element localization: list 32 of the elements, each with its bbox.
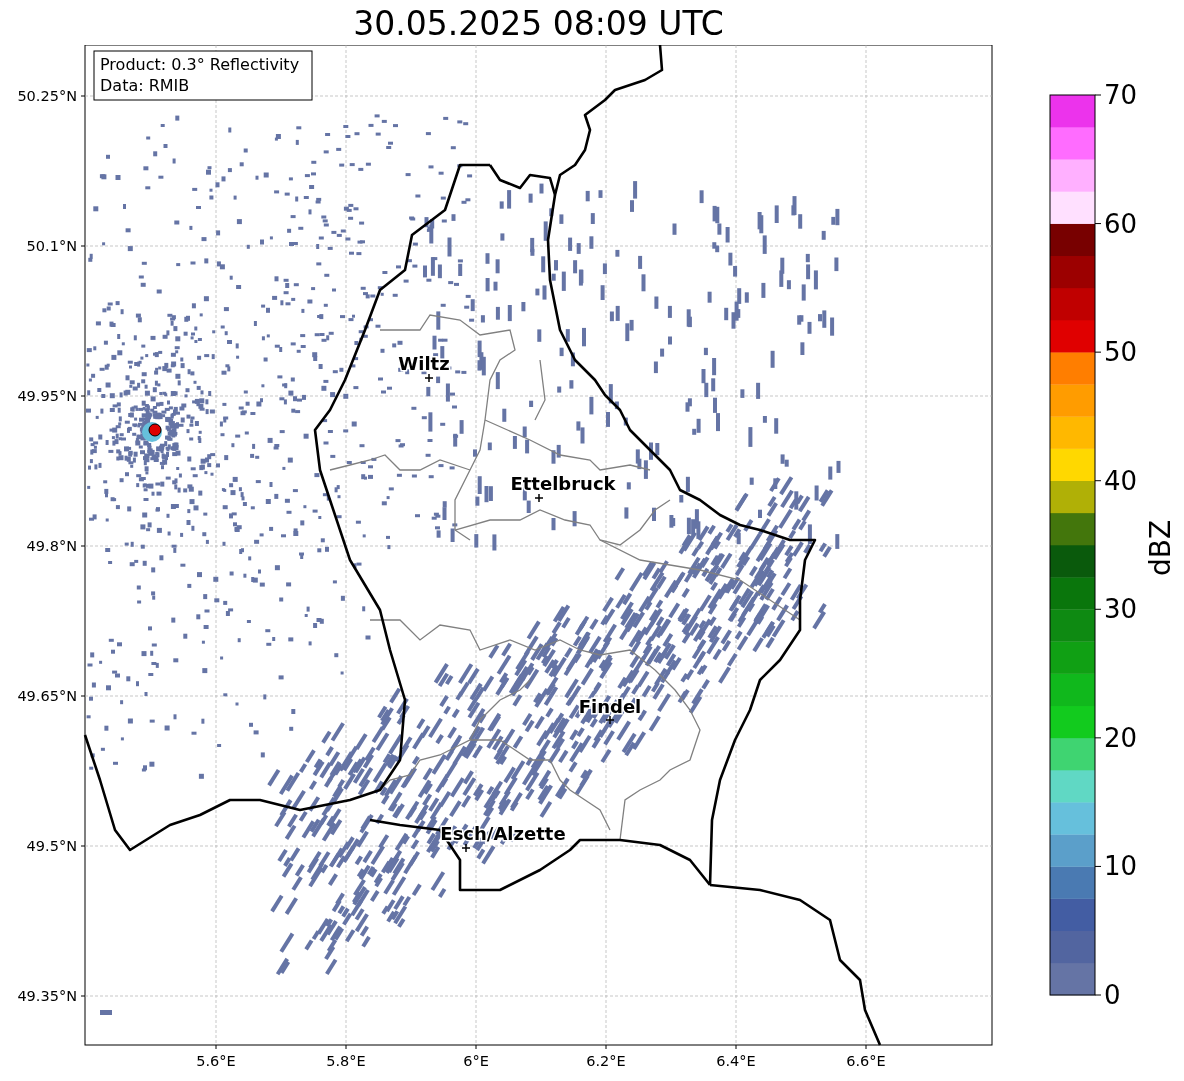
longitude-label: 6.2°E <box>586 1053 626 1069</box>
place-label: Ettelbruck <box>510 473 616 494</box>
longitude-label: 5.6°E <box>196 1053 236 1069</box>
place-marker-icon <box>605 715 615 725</box>
place-marker-icon <box>534 493 544 503</box>
latitude-label: 49.65°N <box>17 688 77 704</box>
map-title: 30.05.2025 08:09 UTC <box>353 4 724 43</box>
latitude-label: 49.35°N <box>17 988 77 1004</box>
info-box: Product: 0.3° Reflectivity Data: RMIB <box>93 50 313 101</box>
place-label: Wiltz <box>398 353 450 374</box>
colorbar-label: dBZ <box>1144 519 1177 577</box>
colorbar-tick-label: 0 <box>1104 980 1121 1010</box>
latitude-label: 50.25°N <box>17 88 77 104</box>
latitude-label: 49.95°N <box>17 388 77 404</box>
longitude-label: 6°E <box>463 1053 489 1069</box>
latitude-label: 49.5°N <box>26 838 77 854</box>
latitude-label: 50.1°N <box>26 238 77 254</box>
longitude-label: 6.6°E <box>846 1053 886 1069</box>
colorbar-tick-label: 30 <box>1104 594 1138 625</box>
longitude-label: 6.4°E <box>716 1053 756 1069</box>
colorbar-tick-label: 60 <box>1104 208 1138 239</box>
place-marker-icon <box>461 843 471 853</box>
place-label: Findel <box>578 696 642 717</box>
colorbar-tick-label: 50 <box>1104 337 1138 368</box>
place-marker-icon <box>424 373 434 383</box>
radar-site-icon <box>142 422 162 442</box>
colorbar-tick-label: 10 <box>1104 851 1138 882</box>
colorbar-tick-label: 20 <box>1104 722 1138 753</box>
latitude-label: 49.8°N <box>26 538 77 554</box>
longitude-label: 5.8°E <box>326 1053 366 1069</box>
colorbar-tick-label: 70 <box>1104 80 1138 110</box>
colorbar-tick-label: 40 <box>1104 465 1138 496</box>
